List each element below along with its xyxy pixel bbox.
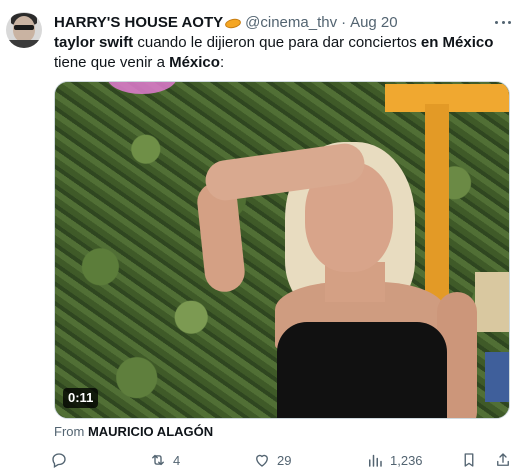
heart-icon	[256, 454, 268, 467]
views-button[interactable]: 1,236	[366, 449, 423, 471]
share-icon	[497, 453, 509, 466]
avatar-shirt	[6, 40, 42, 48]
video-player[interactable]: 0:11	[54, 81, 510, 419]
reply-icon	[52, 453, 66, 468]
tweet-header: HARRY'S HOUSE AOTY @cinema_thv · Aug 20	[54, 12, 398, 32]
flying-saucer-icon	[224, 16, 242, 30]
like-button[interactable]: 29	[253, 449, 291, 471]
video-duration: 0:11	[63, 388, 99, 408]
bookmark-button[interactable]	[460, 449, 478, 471]
reply-button[interactable]	[50, 449, 74, 471]
separator-dot: ·	[341, 13, 347, 31]
tweet-text-part-2: cuando le dijieron que para dar conciert…	[133, 34, 421, 51]
retweet-count: 4	[173, 452, 181, 468]
display-name[interactable]: HARRY'S HOUSE AOTY	[54, 14, 223, 31]
retweet-button[interactable]: 4	[149, 449, 180, 471]
video-source: From MAURICIO ALAGÓN	[54, 424, 213, 439]
share-button[interactable]	[494, 449, 512, 471]
tweet-text-bold-3: en México	[420, 34, 494, 51]
from-prefix: From	[54, 424, 88, 439]
tweet-date[interactable]: Aug 20	[350, 14, 398, 31]
user-handle[interactable]: @cinema_thv	[245, 14, 337, 31]
more-icon[interactable]	[493, 14, 513, 30]
tweet-text-bold-1[interactable]: taylor swift	[54, 34, 133, 51]
video-subject	[195, 122, 495, 418]
tweet-text-bold-5: México	[169, 54, 220, 71]
tweet-text: taylor swift cuando le dijieron que para…	[54, 33, 509, 73]
source-account-link[interactable]: MAURICIO ALAGÓN	[88, 424, 213, 439]
tweet[interactable]: HARRY'S HOUSE AOTY @cinema_thv · Aug 20 …	[0, 0, 525, 476]
avatar-glasses	[14, 25, 34, 30]
tweet-actions: 4 29 1,236	[50, 449, 520, 471]
views-icon	[369, 454, 382, 467]
views-count: 1,236	[390, 452, 423, 468]
tweet-text-part-6: :	[219, 54, 225, 71]
tweet-text-part-4: tiene que venir a	[54, 54, 170, 71]
bookmark-icon	[464, 453, 474, 467]
like-count: 29	[277, 452, 292, 468]
retweet-icon	[152, 454, 164, 466]
avatar[interactable]	[6, 12, 42, 48]
